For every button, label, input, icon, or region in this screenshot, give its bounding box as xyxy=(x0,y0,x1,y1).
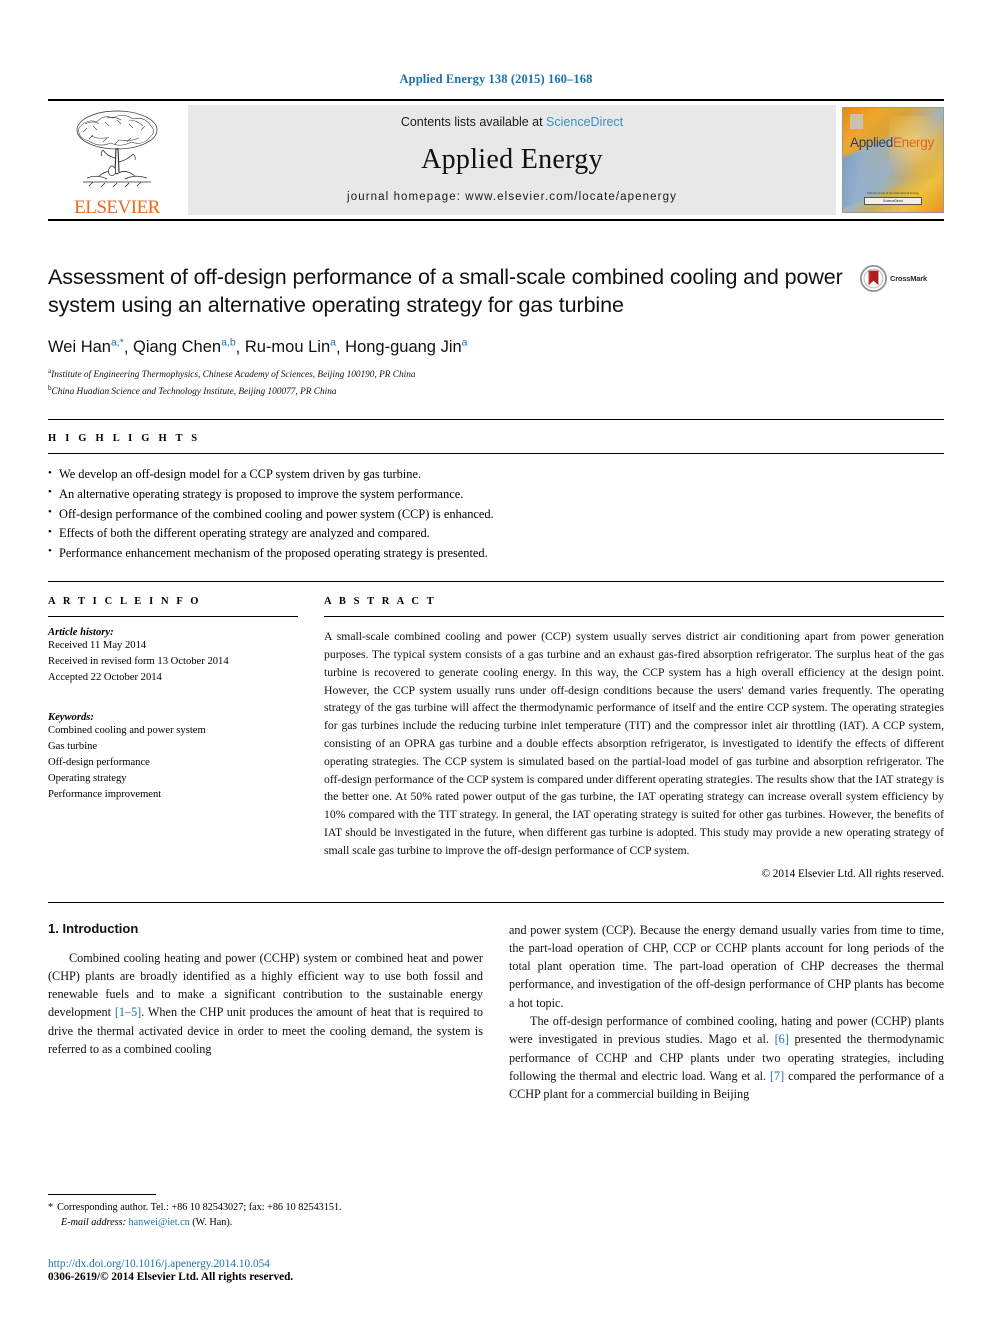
affiliation-item: aInstitute of Engineering Thermophysics,… xyxy=(48,366,944,383)
crossmark-badge[interactable]: CrossMark xyxy=(860,263,944,292)
page-title: Assessment of off-design performance of … xyxy=(48,265,843,318)
cover-footer: Official journal of the International En… xyxy=(864,192,922,205)
journal-reference: Applied Energy 138 (2015) 160–168 xyxy=(399,72,593,86)
title-area: Assessment of off-design performance of … xyxy=(48,263,944,320)
elsevier-logo: ELSEVIER xyxy=(48,101,186,219)
keyword-item: Off-design performance xyxy=(48,756,150,768)
crossmark-icon xyxy=(860,265,887,292)
citation-link[interactable]: [1–5] xyxy=(115,1005,141,1019)
paper-page: Applied Energy 138 (2015) 160–168 ELSEVI… xyxy=(0,0,992,1323)
article-history-received: Received 11 May 2014 xyxy=(48,640,147,652)
email-owner: (W. Han). xyxy=(192,1217,233,1229)
doi-link[interactable]: http://dx.doi.org/10.1016/j.apenergy.201… xyxy=(48,1258,495,1270)
citation-link[interactable]: [7] xyxy=(770,1069,784,1083)
author-name: Hong-guang Jin xyxy=(345,338,462,357)
citation-link[interactable]: [6] xyxy=(775,1032,789,1046)
cover-title: AppliedEnergy xyxy=(850,135,934,150)
journal-homepage[interactable]: journal homepage: www.elsevier.com/locat… xyxy=(347,191,677,203)
info-abstract-row: A R T I C L E I N F O Article history: R… xyxy=(48,581,945,880)
email-link[interactable]: hanwei@iet.cn xyxy=(129,1217,190,1228)
author-affiliation-marker: a xyxy=(461,336,468,349)
list-item: Effects of both the different operating … xyxy=(48,524,944,544)
list-item: Performance enhancement mechanism of the… xyxy=(48,543,944,564)
asterisk-icon: * xyxy=(48,1202,54,1214)
footnote-rule xyxy=(48,1194,156,1196)
author-name: Ru-mou Lin xyxy=(244,338,331,357)
cover-title-applied: Applied xyxy=(850,135,893,150)
article-info-rule xyxy=(48,616,298,618)
contents-prefix-text: Contents lists available at xyxy=(400,115,547,129)
body-columns: 1. Introduction Combined cooling heating… xyxy=(48,921,944,1104)
corresponding-author-text: Corresponding author. Tel.: +86 10 82543… xyxy=(57,1202,342,1214)
author-affiliation-marker: a xyxy=(330,336,336,349)
email-label: E-mail address: xyxy=(61,1217,126,1229)
contents-box: Contents lists available at ScienceDirec… xyxy=(188,105,836,215)
elsevier-tree-icon xyxy=(76,110,158,188)
corresponding-author-note: * Corresponding author. Tel.: +86 10 8254… xyxy=(48,1201,495,1216)
author-entry: Wei Hana,* xyxy=(48,336,124,357)
author-name: Qiang Chen xyxy=(133,338,222,357)
contents-available-line: Contents lists available at ScienceDirec… xyxy=(401,115,623,129)
body-column-left: 1. Introduction Combined cooling heating… xyxy=(48,921,483,1104)
affiliation-list: aInstitute of Engineering Thermophysics,… xyxy=(48,366,944,399)
section-heading-introduction: 1. Introduction xyxy=(48,920,139,936)
cover-title-energy: Energy xyxy=(892,135,934,150)
author-affiliation-marker: a,* xyxy=(110,336,124,349)
list-item: Off-design performance of the combined c… xyxy=(48,504,944,525)
affiliation-item: bChina Huadian Science and Technology In… xyxy=(48,383,944,400)
elsevier-wordmark: ELSEVIER xyxy=(74,197,160,218)
list-item: An alternative operating strategy is pro… xyxy=(48,484,944,505)
affiliation-text: China Huadian Science and Technology Ins… xyxy=(51,386,337,397)
paragraph: The off-design performance of combined c… xyxy=(509,1012,944,1103)
abstract-text: A small-scale combined cooling and power… xyxy=(324,630,944,857)
list-item: We develop an off-design model for a CCP… xyxy=(48,465,944,485)
body-column-right: and power system (CCP). Because the ener… xyxy=(509,921,944,1104)
highlights-list: We develop an off-design model for a CCP… xyxy=(48,465,944,563)
article-history-accepted: Accepted 22 October 2014 xyxy=(48,672,162,684)
footnote-area: * Corresponding author. Tel.: +86 10 8254… xyxy=(48,1194,495,1283)
article-history-revised: Received in revised form 13 October 2014 xyxy=(48,656,229,668)
author-name: Wei Han xyxy=(48,338,111,357)
doi-block: http://dx.doi.org/10.1016/j.apenergy.201… xyxy=(48,1258,495,1283)
highlights-heading: H I G H L I G H T S xyxy=(48,433,201,445)
keywords-label: Keywords: xyxy=(48,712,94,724)
keyword-item: Performance improvement xyxy=(48,788,162,800)
cover-footer-text: Official journal of the International En… xyxy=(867,192,919,195)
title-text-wrap: Assessment of off-design performance of … xyxy=(48,263,860,320)
body-top-rule xyxy=(48,901,944,903)
abstract-heading: A B S T R A C T xyxy=(324,596,437,608)
author-affiliation-marker: a,b xyxy=(221,336,236,349)
article-info-column: A R T I C L E I N F O Article history: R… xyxy=(48,596,298,879)
author-entry: Qiang Chena,b xyxy=(133,336,236,357)
sciencedirect-link[interactable]: ScienceDirect xyxy=(546,115,623,129)
email-note: E-mail address: hanwei@iet.cn (W. Han). xyxy=(48,1216,495,1231)
author-list: Wei Hana,*, Qiang Chena,b, Ru-mou Lina, … xyxy=(48,336,468,357)
journal-cover-thumbnail: AppliedEnergy Official journal of the In… xyxy=(842,107,944,213)
abstract-column: A B S T R A C T A small-scale combined c… xyxy=(324,596,945,880)
paragraph: Combined cooling heating and power (CCHP… xyxy=(48,949,483,1059)
abstract-rule xyxy=(324,616,944,618)
affiliation-text: Institute of Engineering Thermophysics, … xyxy=(51,370,416,381)
journal-masthead: ELSEVIER Contents lists available at Sci… xyxy=(48,99,944,221)
keyword-item: Operating strategy xyxy=(48,772,127,784)
author-entry: Ru-mou Lina xyxy=(244,336,336,357)
article-history-label: Article history: xyxy=(48,627,114,639)
keyword-item: Gas turbine xyxy=(48,740,98,752)
article-info-heading: A R T I C L E I N F O xyxy=(48,596,202,608)
abstract-copyright: © 2014 Elsevier Ltd. All rights reserved… xyxy=(761,867,945,880)
cover-elsevier-mark-icon xyxy=(850,114,863,129)
keyword-item: Combined cooling and power system xyxy=(48,725,206,737)
highlights-top-rule xyxy=(48,419,944,421)
journal-title: Applied Energy xyxy=(421,144,603,175)
crossmark-label: CrossMark xyxy=(890,274,927,283)
highlights-rule xyxy=(48,453,944,455)
issn-copyright-line: 0306-2619/© 2014 Elsevier Ltd. All right… xyxy=(48,1271,294,1283)
author-entry: Hong-guang Jina xyxy=(345,336,468,357)
paragraph: and power system (CCP). Because the ener… xyxy=(509,922,944,1010)
cover-footer-badge: ScienceDirect xyxy=(864,197,922,205)
